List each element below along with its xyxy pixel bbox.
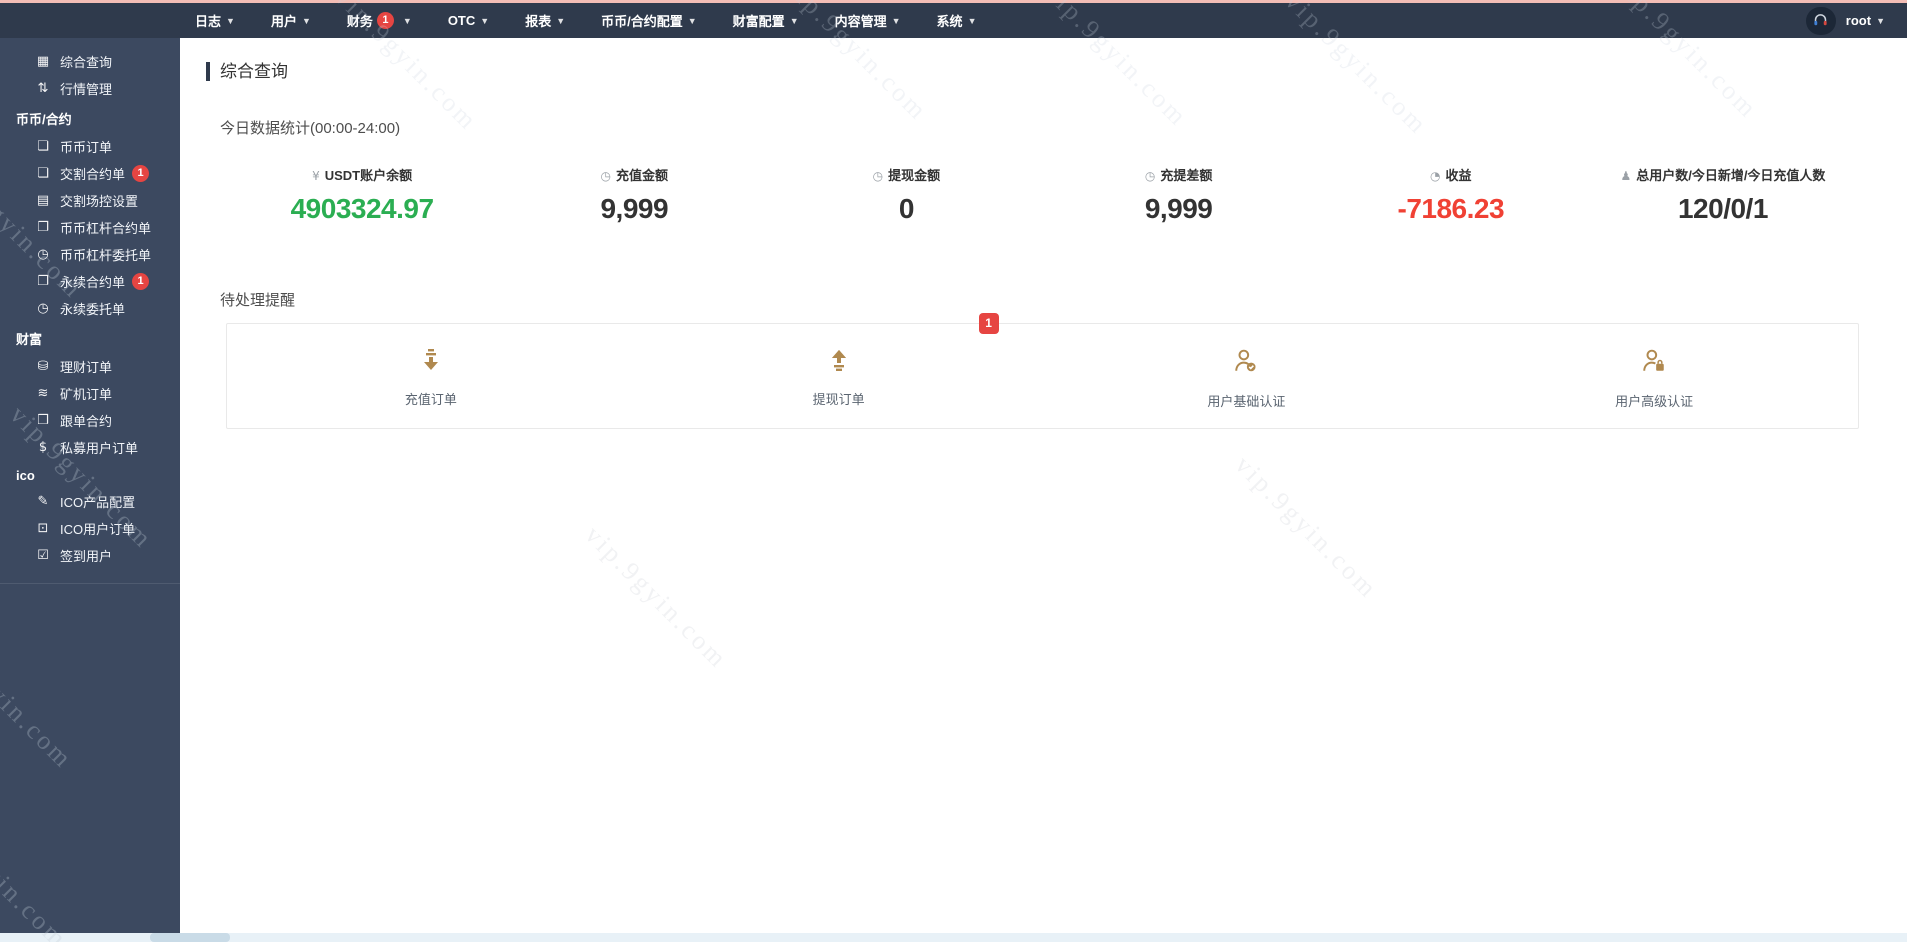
bookmark-icon: ❏	[34, 166, 52, 181]
reminder-advanced-kyc[interactable]: 用户高级认证	[1450, 348, 1858, 410]
sidebar-item-market[interactable]: ⇅行情管理	[0, 75, 180, 102]
main-content: 综合查询 今日数据统计(00:00-24:00) ¥USDT账户余额 49033…	[180, 38, 1907, 933]
file-clock-icon: ◷	[873, 169, 883, 183]
horizontal-scrollbar[interactable]	[0, 933, 1907, 942]
sidebar-item-ico-orders[interactable]: ⊡ICO用户订单	[0, 515, 180, 542]
dollar-icon: $	[34, 440, 52, 455]
stat-usdt-balance-value: 4903324.97	[226, 193, 498, 225]
stat-withdraw-amount: ◷提现金额 0	[770, 165, 1042, 225]
chevron-down-icon: ▼	[302, 16, 311, 26]
chevron-down-icon: ▼	[1876, 16, 1885, 26]
horizontal-scrollbar-thumb[interactable]	[150, 933, 230, 942]
chevron-down-icon: ▼	[226, 16, 235, 26]
nav-system[interactable]: 系统▼	[937, 11, 977, 30]
sidebar-section-coin-contract: 币币/合约	[0, 102, 180, 133]
withdraw-count-badge: 1	[979, 313, 999, 334]
yuan-icon: ¥	[312, 169, 320, 183]
chevron-down-icon: ▼	[480, 16, 489, 26]
sidebar-item-coin-orders[interactable]: ❏币币订单	[0, 133, 180, 160]
nav-logs[interactable]: 日志▼	[195, 11, 235, 30]
stats-row: ¥USDT账户余额 4903324.97 ◷充值金额 9,999 ◷提现金额 0…	[226, 165, 1859, 225]
stat-usdt-balance: ¥USDT账户余额 4903324.97	[226, 165, 498, 225]
stat-user-counts-value: 120/0/1	[1587, 193, 1859, 225]
reminders-section-title: 待处理提醒	[220, 289, 1907, 310]
sidebar-item-delivery-contracts[interactable]: ❏交割合约单1	[0, 160, 180, 187]
reminders-card: 充值订单 1 提现订单 用户基础认证	[226, 323, 1859, 429]
sidebar-item-copy-trading[interactable]: ❒跟单合约	[0, 407, 180, 434]
nav-reports[interactable]: 报表▼	[525, 11, 565, 30]
stat-profit: ◔收益 -7186.23	[1315, 165, 1587, 225]
file-clock-icon: ◷	[1145, 169, 1155, 183]
sidebar-item-ico-products[interactable]: ✎ICO产品配置	[0, 488, 180, 515]
stats-section-title: 今日数据统计(00:00-24:00)	[220, 117, 1907, 138]
nav-wealth-config[interactable]: 财富配置▼	[733, 11, 799, 30]
upload-icon	[827, 348, 851, 372]
page-title: 综合查询	[206, 62, 1907, 81]
stat-deposit-amount: ◷充值金额 9,999	[498, 165, 770, 225]
checkin-icon: ☑	[34, 548, 52, 563]
chevron-down-icon: ▼	[556, 16, 565, 26]
clipboard-icon: ▤	[34, 193, 52, 208]
headset-icon[interactable]	[1806, 7, 1836, 35]
chevron-down-icon: ▼	[688, 16, 697, 26]
user-check-icon	[1233, 348, 1259, 374]
reminder-deposit-orders[interactable]: 充值订单	[227, 348, 635, 410]
nav-users[interactable]: 用户▼	[271, 11, 311, 30]
nav-content[interactable]: 内容管理▼	[835, 11, 901, 30]
pie-icon: ◔	[1430, 169, 1440, 183]
user-menu[interactable]: root▼	[1846, 13, 1885, 28]
stat-profit-value: -7186.23	[1315, 193, 1587, 225]
sidebar-item-perpetual-contracts[interactable]: ❐永续合约单1	[0, 268, 180, 295]
nav-coin-contract-config[interactable]: 币币/合约配置▼	[601, 11, 697, 30]
sidebar-item-margin-contracts[interactable]: ❐币币杠杆合约单	[0, 214, 180, 241]
grid-icon: ▦	[34, 54, 52, 69]
sidebar-section-ico: ico	[0, 461, 180, 488]
stat-net-deposit-value: 9,999	[1043, 193, 1315, 225]
sidebar-item-delivery-control[interactable]: ▤交割场控设置	[0, 187, 180, 214]
sidebar-item-finance-orders[interactable]: ⛁理财订单	[0, 353, 180, 380]
copy-icon: ❐	[34, 220, 52, 235]
sidebar-section-wealth: 财富	[0, 322, 180, 353]
stat-user-counts: ♟总用户数/今日新增/今日充值人数 120/0/1	[1587, 165, 1859, 225]
file-export-icon: ❒	[34, 413, 52, 428]
reminder-withdraw-orders[interactable]: 1 提现订单	[635, 348, 1043, 410]
stat-net-deposit: ◷充提差额 9,999	[1043, 165, 1315, 225]
user-badge-icon	[1641, 348, 1667, 374]
sidebar-divider	[0, 583, 180, 584]
download-icon	[419, 348, 443, 372]
chevron-down-icon: ▼	[403, 16, 412, 26]
finance-count-badge: 1	[377, 12, 394, 29]
file-clock-icon: ◷	[34, 301, 52, 316]
sidebar-item-overview[interactable]: ▦综合查询	[0, 48, 180, 75]
sidebar-item-margin-entrust[interactable]: ◷币币杠杆委托单	[0, 241, 180, 268]
bookmark-icon: ❏	[34, 139, 52, 154]
stat-deposit-amount-value: 9,999	[498, 193, 770, 225]
file-clock-icon: ◷	[34, 247, 52, 262]
layers-icon: ≋	[34, 386, 52, 401]
perpetual-count-badge: 1	[132, 273, 149, 290]
market-sort-icon: ⇅	[34, 81, 52, 96]
sidebar-item-checkin-users[interactable]: ☑签到用户	[0, 542, 180, 569]
stat-withdraw-amount-value: 0	[770, 193, 1042, 225]
monitor-icon: ⊡	[34, 521, 52, 536]
sidebar-item-perpetual-entrust[interactable]: ◷永续委托单	[0, 295, 180, 322]
file-edit-icon: ✎	[34, 494, 52, 509]
chevron-down-icon: ▼	[892, 16, 901, 26]
top-navbar: 日志▼ 用户▼ 财务1▼ OTC▼ 报表▼ 币币/合约配置▼ 财富配置▼ 内容管…	[0, 3, 1907, 38]
sidebar-item-private-orders[interactable]: $私募用户订单	[0, 434, 180, 461]
reminder-basic-kyc[interactable]: 用户基础认证	[1043, 348, 1451, 410]
delivery-count-badge: 1	[132, 165, 149, 182]
users-icon: ♟	[1620, 169, 1631, 183]
file-clock-icon: ◷	[601, 169, 611, 183]
chevron-down-icon: ▼	[968, 16, 977, 26]
chevron-down-icon: ▼	[790, 16, 799, 26]
copy-icon: ❐	[34, 274, 52, 289]
sidebar-item-miner-orders[interactable]: ≋矿机订单	[0, 380, 180, 407]
sidebar: ▦综合查询 ⇅行情管理 币币/合约 ❏币币订单 ❏交割合约单1 ▤交割场控设置 …	[0, 38, 180, 933]
nav-otc[interactable]: OTC▼	[448, 13, 489, 28]
nav-finance[interactable]: 财务1▼	[347, 11, 412, 30]
coins-icon: ⛁	[34, 359, 52, 374]
